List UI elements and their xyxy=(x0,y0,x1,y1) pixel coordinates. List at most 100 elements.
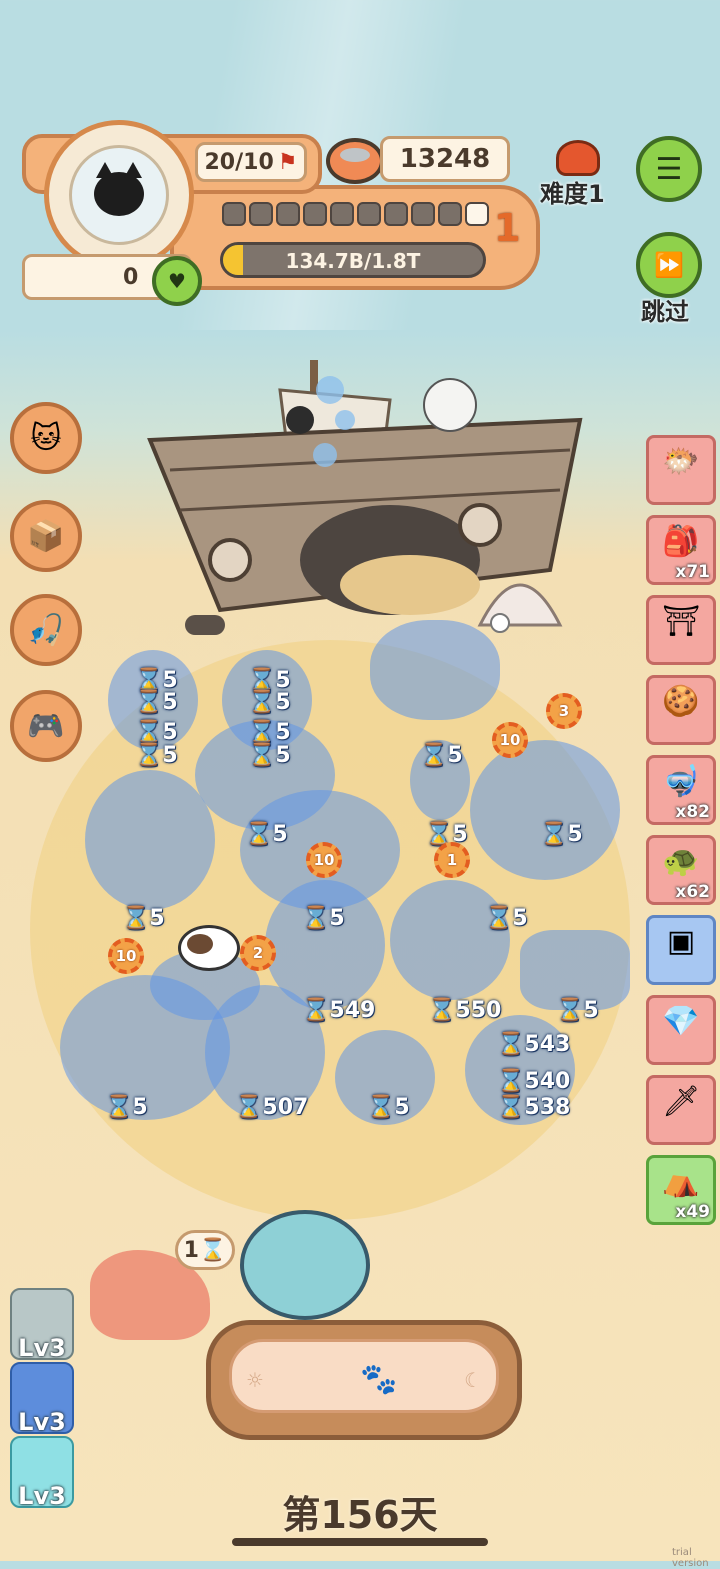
menu-button[interactable]: ☰ xyxy=(636,136,702,202)
level-segment xyxy=(465,202,489,226)
lucky-cat-icon: 🐱 xyxy=(30,420,62,456)
difficulty-crown-icon xyxy=(556,140,600,176)
lv-card-2[interactable]: Lv3 xyxy=(10,1362,74,1436)
avatar-portrait xyxy=(69,145,169,245)
timer-label: ⌛507 xyxy=(235,1095,309,1120)
fish-icon: 🐡 xyxy=(662,444,700,479)
lv-card-1[interactable]: Lv3 xyxy=(10,1288,74,1362)
coin-token[interactable]: 10 xyxy=(306,842,342,878)
inventory-shell[interactable]: 🐢 x62 xyxy=(646,835,716,905)
timer-label: ⌛5 xyxy=(556,998,599,1023)
coin-token[interactable]: 1 xyxy=(434,842,470,878)
sword-icon: 🗡 xyxy=(661,1084,701,1119)
timer-label: ⌛5 xyxy=(122,906,165,931)
timer-label: ⌛5 xyxy=(135,743,178,768)
character-head[interactable] xyxy=(240,1210,370,1320)
coin-bowl-icon xyxy=(326,138,384,184)
timer-label: ⌛5 xyxy=(248,743,291,768)
level-segment xyxy=(330,202,354,226)
timer-label: ⌛5 xyxy=(135,690,178,715)
item-count: x71 xyxy=(675,562,710,582)
timer-label: ⌛5 xyxy=(485,906,528,931)
watermark: trial version xyxy=(672,1547,709,1569)
sun-icon: ☼ xyxy=(246,1368,264,1392)
player-avatar[interactable] xyxy=(44,120,194,270)
timer-label: ⌛5 xyxy=(302,906,345,931)
level-segment xyxy=(384,202,408,226)
coin-token[interactable]: 2 xyxy=(240,935,276,971)
timer-label: ⌛5 xyxy=(420,743,463,768)
ghost-creature[interactable] xyxy=(390,880,510,1000)
handheld-game-icon: 🎮 xyxy=(27,708,65,744)
inventory-sword[interactable]: 🗡 xyxy=(646,1075,716,1145)
level-segment xyxy=(222,202,246,226)
gingerbread-icon: 🍪 xyxy=(662,684,700,719)
timer-label: ⌛5 xyxy=(248,690,291,715)
hamster-creature[interactable] xyxy=(178,925,240,971)
lv-card-label: Lv3 xyxy=(18,1408,66,1436)
heart-count-value: 0 xyxy=(123,264,139,290)
level-number: 1 xyxy=(494,206,521,250)
level-segment xyxy=(249,202,273,226)
timer-label: ⌛5 xyxy=(540,822,583,847)
gift-bag-icon: 🎒 xyxy=(662,524,700,559)
fast-forward-icon: ⏩ xyxy=(654,251,684,279)
list-icon: ☰ xyxy=(655,151,683,187)
timer-label: ⌛543 xyxy=(497,1032,571,1057)
population-counter: 20/10 ⚑ xyxy=(195,142,307,182)
shell-icon: 🐢 xyxy=(662,844,700,879)
coin-token[interactable]: 3 xyxy=(546,693,582,729)
inventory-shrine[interactable]: ⛩ xyxy=(646,595,716,665)
ghost-creature[interactable] xyxy=(470,740,620,880)
box-button[interactable]: 📦 xyxy=(10,500,82,572)
home-indicator xyxy=(232,1538,488,1546)
inventory-gem[interactable]: 💎 xyxy=(646,995,716,1065)
hand-timer-value: 1 xyxy=(183,1237,199,1263)
skip-label[interactable]: 跳过 xyxy=(641,292,689,327)
ghost-creature[interactable] xyxy=(85,770,215,910)
level-segment xyxy=(303,202,327,226)
inventory-gift-bag[interactable]: 🎒 x71 xyxy=(646,515,716,585)
level-segments xyxy=(222,202,489,226)
action-button[interactable]: ☼ 🐾 ☾ xyxy=(206,1320,522,1440)
progress-bar: 134.7B/1.8T xyxy=(220,242,486,278)
level-segment xyxy=(276,202,300,226)
black-cat-icon xyxy=(94,162,144,216)
hourglass-icon: ⌛ xyxy=(198,1237,227,1263)
timer-label: ⌛5 xyxy=(248,720,291,745)
timer-label: ⌛549 xyxy=(302,998,376,1023)
handheld-game-button[interactable]: 🎮 xyxy=(10,690,82,762)
timer-label: ⌛5 xyxy=(367,1095,410,1120)
clam-shell xyxy=(477,583,563,633)
hand-timer: 1 ⌛ xyxy=(175,1230,235,1270)
coin-counter: 13248 xyxy=(380,136,510,182)
ghost-creature[interactable] xyxy=(370,620,500,720)
timer-label: ⌛538 xyxy=(497,1095,571,1120)
box-icon: 📦 xyxy=(27,518,65,554)
skip-button[interactable]: ⏩ xyxy=(636,232,702,298)
flag-icon: ⚑ xyxy=(277,149,298,175)
coin-token[interactable]: 10 xyxy=(492,722,528,758)
inventory-chest[interactable]: ▣ xyxy=(646,915,716,985)
inventory-snorkel[interactable]: 🤿 x82 xyxy=(646,755,716,825)
moon-icon: ☾ xyxy=(464,1368,482,1392)
fishing-rod-button[interactable]: 🎣 xyxy=(10,594,82,666)
inventory-fish[interactable]: 🐡 xyxy=(646,435,716,505)
population-value: 20/10 xyxy=(204,149,274,175)
heart-shield-button[interactable]: ♥ xyxy=(152,256,202,306)
inventory-gingerbread[interactable]: 🍪 xyxy=(646,675,716,745)
coin-token[interactable]: 10 xyxy=(108,938,144,974)
lv-card-label: Lv3 xyxy=(18,1334,66,1362)
shrine-icon: ⛩ xyxy=(661,604,701,639)
level-segment xyxy=(438,202,462,226)
action-button-face: ☼ 🐾 ☾ xyxy=(229,1339,499,1413)
snorkel-icon: 🤿 xyxy=(662,764,700,799)
paw-icon: 🐾 xyxy=(360,1362,398,1397)
gem-icon: 💎 xyxy=(662,1004,700,1039)
timer-label: ⌛540 xyxy=(497,1069,571,1094)
chest-icon: ▣ xyxy=(666,924,696,959)
inventory-tent[interactable]: ⛺ x49 xyxy=(646,1155,716,1225)
timer-label: ⌛5 xyxy=(135,720,178,745)
tent-icon: ⛺ xyxy=(662,1164,700,1199)
lucky-cat-button[interactable]: 🐱 xyxy=(10,402,82,474)
